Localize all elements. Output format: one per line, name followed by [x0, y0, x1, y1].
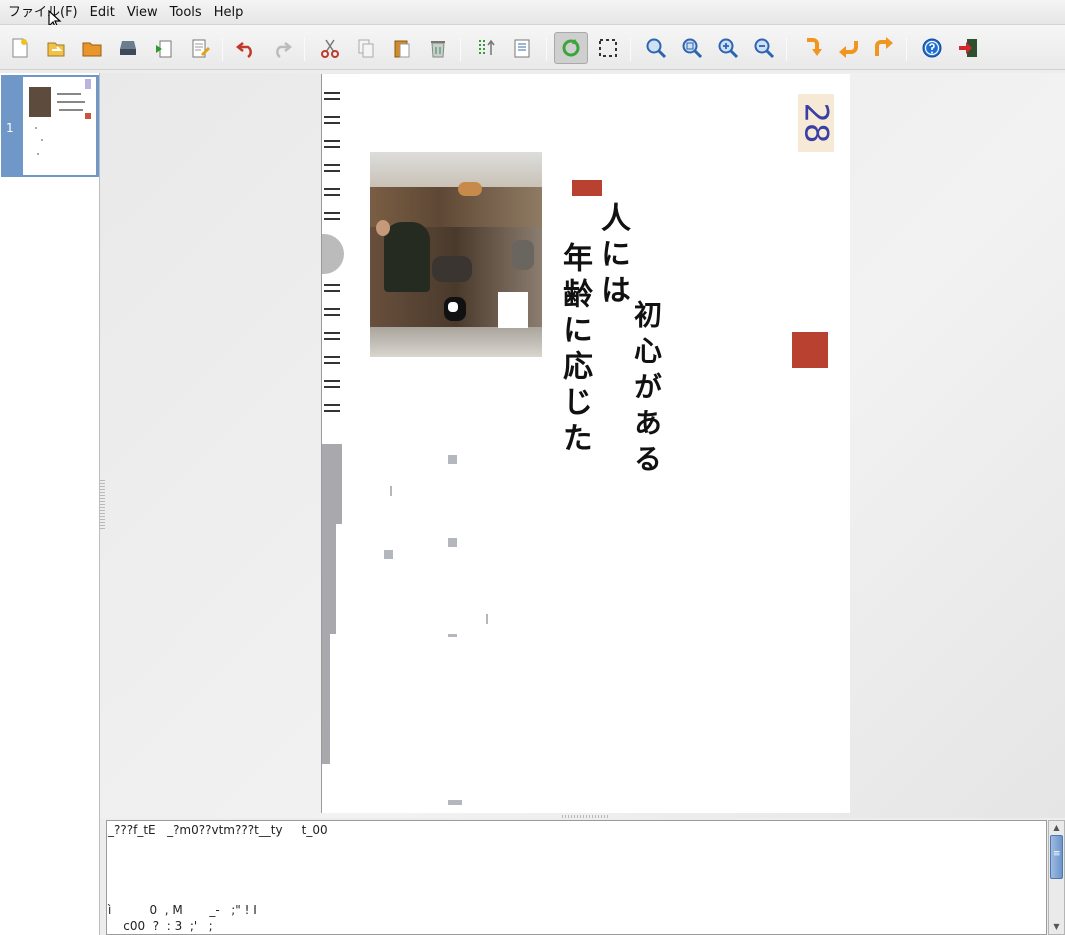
recognize-page-button[interactable]: [508, 34, 536, 62]
help-button[interactable]: [918, 34, 946, 62]
undo-button[interactable]: [232, 34, 260, 62]
scan-icon: [120, 41, 136, 55]
edit-properties-icon: [192, 39, 210, 58]
page-photo: [370, 152, 542, 357]
recognize-page-icon: [514, 39, 530, 58]
open-recent-button[interactable]: [42, 34, 70, 62]
upper-seal-icon: [572, 180, 602, 196]
recognize-layout-button[interactable]: [472, 34, 500, 62]
paste-button[interactable]: [388, 34, 416, 62]
import-image-button[interactable]: [150, 34, 178, 62]
import-image-icon: [156, 40, 172, 58]
thumbnail-panel: 1: [0, 73, 100, 935]
delete-button[interactable]: [424, 34, 452, 62]
zoom-fit-button[interactable]: [642, 34, 670, 62]
edit-properties-button[interactable]: [186, 34, 214, 62]
scan-artifact: [322, 444, 342, 524]
select-region-icon: [599, 39, 617, 57]
rotate-down-button[interactable]: [798, 34, 826, 62]
cut-icon: [321, 39, 339, 58]
scan-artifact: [448, 634, 457, 637]
new-document-button[interactable]: [6, 34, 34, 62]
new-document-icon: [12, 38, 28, 58]
zoom-out-icon: [754, 38, 775, 59]
vertical-splitter[interactable]: [100, 480, 105, 530]
page-number: 28: [797, 102, 835, 144]
zoom-in-icon: [718, 38, 739, 59]
open-folder-icon: [82, 42, 102, 57]
scan-artifact: [486, 614, 488, 624]
scanned-page[interactable]: 28 人には 年齢に応じた 初心がある: [321, 74, 850, 813]
toolbar-separator: [460, 37, 461, 61]
ocr-line: _???f_tE _?m0??vtm???t__ty t_00: [108, 823, 328, 837]
toolbar: [0, 25, 1065, 70]
thumbnail-page-1[interactable]: 1: [1, 75, 99, 177]
refresh-button[interactable]: [554, 32, 588, 64]
scan-button[interactable]: [114, 34, 142, 62]
ocr-text-output[interactable]: _???f_tE _?m0??vtm???t__ty t_00 ì 0 , M …: [106, 820, 1047, 935]
copy-icon: [358, 39, 374, 58]
scan-artifact: [322, 634, 330, 764]
zoom-out-button[interactable]: [750, 34, 778, 62]
menubar: ファイル(F) Edit View Tools Help: [0, 0, 1065, 25]
menu-help[interactable]: Help: [208, 0, 250, 25]
rotate-down-icon: [807, 38, 822, 56]
zoom-original-button[interactable]: [678, 34, 706, 62]
exit-icon: [959, 39, 977, 57]
recognize-layout-icon: [479, 39, 495, 56]
paste-icon: [394, 40, 410, 58]
zoom-in-button[interactable]: [714, 34, 742, 62]
page-binding: [322, 84, 344, 424]
horizontal-splitter[interactable]: [562, 815, 608, 818]
toolbar-separator: [222, 37, 223, 61]
rotate-right-button[interactable]: [870, 34, 898, 62]
lower-seal-icon: [792, 332, 828, 368]
scroll-down-icon[interactable]: ▼: [1050, 921, 1063, 933]
poem-line-3: 初心がある: [630, 300, 663, 480]
select-region-button[interactable]: [594, 34, 622, 62]
rotate-left-button[interactable]: [834, 34, 862, 62]
rotate-right-icon: [875, 37, 893, 56]
menu-tools[interactable]: Tools: [164, 0, 208, 25]
thumbnail-page-number: 1: [6, 121, 14, 135]
scan-artifact: [448, 800, 462, 805]
open-folder-button[interactable]: [78, 34, 106, 62]
refresh-icon: [562, 39, 580, 57]
scan-artifact: [322, 524, 336, 634]
cut-button[interactable]: [316, 34, 344, 62]
redo-icon: [276, 42, 293, 59]
undo-icon: [235, 42, 252, 59]
exit-button[interactable]: [954, 34, 982, 62]
zoom-fit-icon: [646, 38, 667, 59]
help-icon: [922, 38, 942, 58]
menu-view[interactable]: View: [121, 0, 164, 25]
delete-icon: [431, 41, 445, 58]
toolbar-separator: [546, 37, 547, 61]
scan-artifact: [390, 486, 392, 496]
scrollbar-thumb[interactable]: [1050, 835, 1063, 879]
toolbar-separator: [304, 37, 305, 61]
scan-artifact: [384, 550, 393, 559]
rotate-left-icon: [839, 41, 858, 58]
ocr-scrollbar[interactable]: ▲ ▼: [1048, 820, 1065, 935]
scan-artifact: [448, 538, 457, 547]
copy-button[interactable]: [352, 34, 380, 62]
toolbar-separator: [630, 37, 631, 61]
scroll-up-icon[interactable]: ▲: [1050, 822, 1063, 834]
ocr-line: ì 0 , M _- ;" ! I: [108, 903, 257, 917]
poem-line-2: 年齢に応じた: [557, 242, 592, 458]
redo-button[interactable]: [268, 34, 296, 62]
toolbar-separator: [786, 37, 787, 61]
open-recent-icon: [47, 42, 65, 57]
zoom-original-icon: [682, 38, 703, 59]
menu-file[interactable]: ファイル(F): [2, 0, 84, 25]
menu-edit[interactable]: Edit: [84, 0, 121, 25]
page-number-stamp: 28: [797, 94, 835, 152]
scan-artifact: [448, 455, 457, 464]
toolbar-separator: [906, 37, 907, 61]
thumbnail-preview: [23, 77, 96, 175]
ocr-line: c00 ? : 3 ;' ;: [108, 919, 213, 933]
